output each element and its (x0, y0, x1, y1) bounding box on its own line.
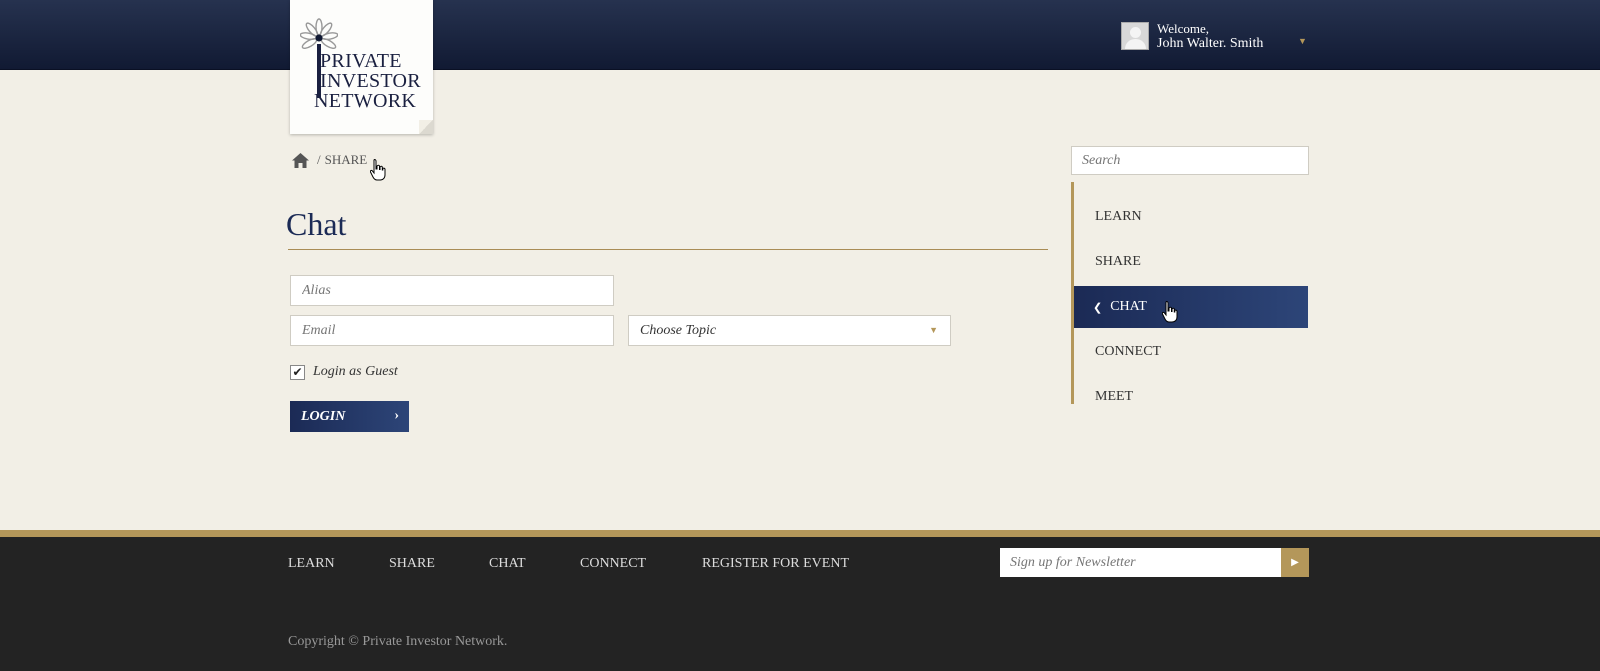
footer-link-connect[interactable]: CONNECT (580, 556, 646, 572)
page-title: Chat (286, 206, 347, 242)
sidebar-item-learn[interactable]: LEARN (1074, 196, 1308, 238)
hand-cursor-icon (370, 159, 386, 181)
title-divider (288, 249, 1048, 250)
newsletter-input[interactable] (1000, 548, 1281, 577)
top-bar: Welcome, John Walter. Smith ▼ (0, 0, 1600, 70)
sidebar-item-meet[interactable]: MEET (1074, 376, 1308, 418)
sidebar-item-label: MEET (1095, 389, 1134, 404)
breadcrumb-separator: / (317, 152, 321, 167)
email-field[interactable] (290, 315, 614, 346)
caret-down-icon[interactable]: ▼ (1298, 36, 1307, 46)
sidebar-item-share[interactable]: SHARE (1074, 241, 1308, 283)
welcome-text: Welcome, (1157, 21, 1210, 36)
sidebar-item-label: CHAT (1110, 299, 1147, 314)
chevron-right-icon: › (394, 408, 399, 423)
logo-line-3: NETWORK (314, 90, 417, 112)
home-icon[interactable] (292, 152, 309, 168)
avatar (1121, 22, 1149, 50)
guest-label: Login as Guest (313, 364, 398, 379)
sidebar-item-label: CONNECT (1095, 344, 1162, 359)
topic-select-value: Choose Topic (640, 322, 717, 338)
footer-link-chat[interactable]: CHAT (489, 556, 526, 572)
breadcrumb: / SHARE (292, 152, 367, 168)
footer-accent-line (0, 530, 1600, 537)
breadcrumb-current[interactable]: SHARE (325, 152, 368, 168)
logo-page-fold (419, 120, 433, 134)
sidebar-item-label: SHARE (1095, 254, 1141, 269)
guest-checkbox[interactable]: ✔ (290, 364, 305, 380)
sidebar-item-chat[interactable]: ❮ CHAT (1074, 286, 1308, 328)
login-button[interactable]: LOGIN › (290, 401, 409, 432)
alias-input[interactable] (290, 275, 614, 306)
login-button-label: LOGIN (301, 408, 346, 424)
sidebar-item-connect[interactable]: CONNECT (1074, 331, 1308, 373)
footer-link-learn[interactable]: LEARN (288, 556, 335, 572)
user-menu[interactable]: Welcome, John Walter. Smith ▼ (1121, 20, 1307, 52)
chevron-left-icon: ❮ (1093, 301, 1103, 314)
topic-select[interactable]: Choose Topic ▼ (628, 315, 951, 346)
logo-line-1: PRIVATE (320, 50, 402, 72)
footer-link-share[interactable]: SHARE (389, 556, 435, 572)
sidebar-item-label: LEARN (1095, 209, 1142, 224)
caret-down-icon: ▼ (929, 325, 938, 335)
site-logo[interactable]: PRIVATE INVESTOR NETWORK (290, 0, 433, 134)
play-arrow-icon[interactable]: ▶ (1281, 548, 1309, 577)
guest-login-option[interactable]: ✔ Login as Guest (290, 364, 398, 380)
search-input[interactable] (1071, 146, 1309, 175)
username: John Walter. Smith (1157, 36, 1264, 51)
user-text: Welcome, John Walter. Smith (1157, 21, 1263, 51)
hand-cursor-icon (1162, 301, 1178, 323)
footer-link-register[interactable]: REGISTER FOR EVENT (702, 556, 849, 572)
logo-line-2: INVESTOR (320, 70, 421, 92)
copyright: Copyright © Private Investor Network. (288, 634, 508, 649)
